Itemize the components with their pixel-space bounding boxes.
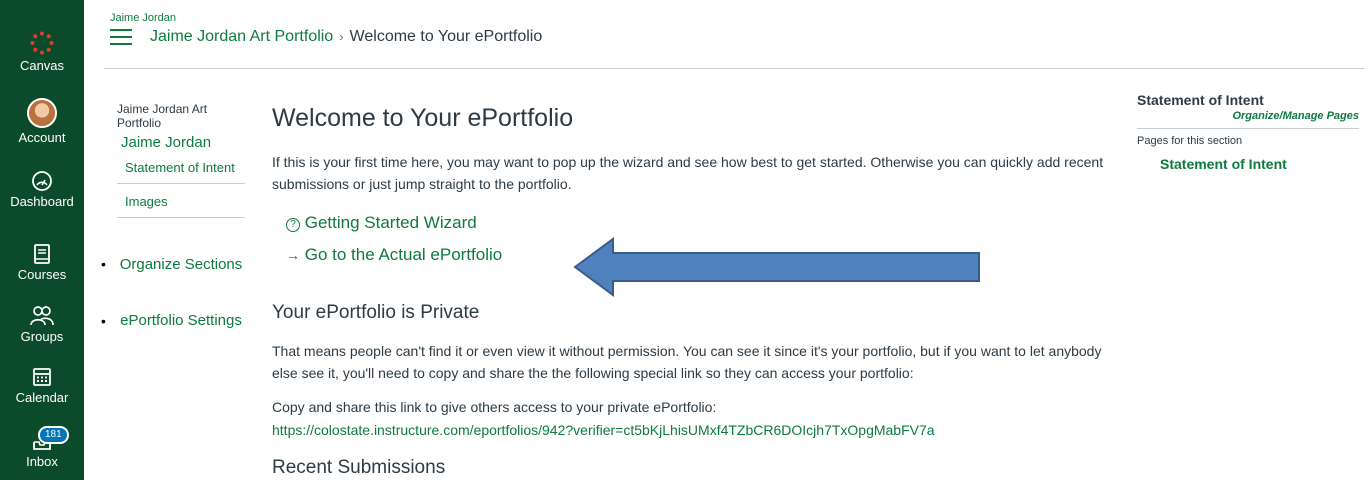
right-sidebar: Statement of Intent Organize/Manage Page…	[1137, 92, 1359, 172]
intro-text: If this is your first time here, you may…	[272, 154, 1104, 192]
pages-section-label: Pages for this section	[1137, 135, 1243, 147]
eportfolio-settings-link[interactable]: ePortfolio Settings	[117, 311, 245, 330]
groups-icon	[30, 306, 54, 326]
private-text: That means people can't find it or even …	[272, 343, 1102, 381]
nav-account[interactable]: Account	[0, 98, 84, 145]
hamburger-menu-icon[interactable]	[110, 29, 132, 45]
go-link-label: Go to the Actual ePortfolio	[304, 245, 503, 264]
list-bullet: •	[101, 256, 106, 272]
section-item-statement-of-intent[interactable]: Statement of Intent	[117, 150, 245, 183]
breadcrumb: Jaime Jordan Art Portfolio › Welcome to Yo…	[150, 28, 542, 46]
global-nav: Canvas Account Dashboard Courses Groups	[0, 0, 84, 480]
share-url-link[interactable]: https://colostate.instructure.com/eportf…	[272, 422, 935, 438]
canvas-logo-link[interactable]: Canvas	[0, 30, 84, 73]
header-divider	[104, 68, 1364, 69]
go-to-eportfolio-link[interactable]: → Go to the Actual ePortfolio	[286, 245, 502, 265]
wizard-link-label: Getting Started Wizard	[304, 213, 477, 232]
portfolio-owner-link[interactable]: Jaime Jordan	[121, 134, 245, 151]
nav-label-calendar: Calendar	[15, 390, 69, 405]
section-list: Statement of Intent Images	[117, 150, 245, 218]
getting-started-wizard-link[interactable]: ? Getting Started Wizard	[286, 213, 477, 233]
nav-label-inbox: Inbox	[26, 454, 58, 469]
page-title: Welcome to Your ePortfolio	[272, 104, 574, 132]
sidebar-divider	[1137, 128, 1359, 129]
organize-sections-link[interactable]: Organize Sections	[117, 255, 245, 274]
nav-dashboard[interactable]: Dashboard	[0, 170, 84, 209]
nav-label-dashboard: Dashboard	[10, 194, 74, 209]
recent-submissions-heading: Recent Submissions	[272, 457, 446, 478]
list-bullet: •	[101, 313, 106, 329]
nav-calendar[interactable]: Calendar	[0, 366, 84, 405]
organize-manage-pages-link[interactable]: Organize/Manage Pages	[1137, 110, 1359, 122]
nav-label-groups: Groups	[20, 329, 64, 344]
nav-label-courses: Courses	[17, 267, 67, 282]
canvas-logo-icon	[30, 31, 54, 55]
breadcrumb-separator: ›	[339, 29, 344, 44]
dashboard-icon	[32, 171, 52, 191]
portfolio-info: Jaime Jordan Art Portfolio Jaime Jordan	[117, 102, 245, 151]
share-link-label: Copy and share this link to give others …	[272, 399, 717, 415]
nav-groups[interactable]: Groups	[0, 305, 84, 344]
breadcrumb-current-page: Welcome to Your ePortfolio	[349, 28, 543, 45]
section-item-images[interactable]: Images	[117, 183, 245, 218]
nav-courses[interactable]: Courses	[0, 243, 84, 282]
nav-label-canvas: Canvas	[19, 58, 65, 73]
help-circle-icon: ?	[286, 218, 300, 232]
user-name-small[interactable]: Jaime Jordan	[110, 12, 176, 24]
portfolio-name: Jaime Jordan Art Portfolio	[117, 102, 208, 130]
nav-inbox[interactable]: 181 Inbox	[0, 426, 84, 469]
current-section-title: Statement of Intent	[1137, 92, 1264, 108]
inbox-unread-badge: 181	[38, 426, 69, 444]
nav-label-account: Account	[18, 130, 66, 145]
private-heading: Your ePortfolio is Private	[272, 302, 480, 323]
arrow-right-icon: →	[286, 247, 300, 263]
page-link-statement-of-intent[interactable]: Statement of Intent	[1160, 156, 1359, 172]
breadcrumb-portfolio-link[interactable]: Jaime Jordan Art Portfolio	[150, 28, 333, 45]
annotation-arrow-left-icon	[573, 237, 980, 297]
calendar-icon	[33, 368, 51, 386]
avatar	[27, 98, 57, 128]
book-icon	[34, 244, 50, 264]
